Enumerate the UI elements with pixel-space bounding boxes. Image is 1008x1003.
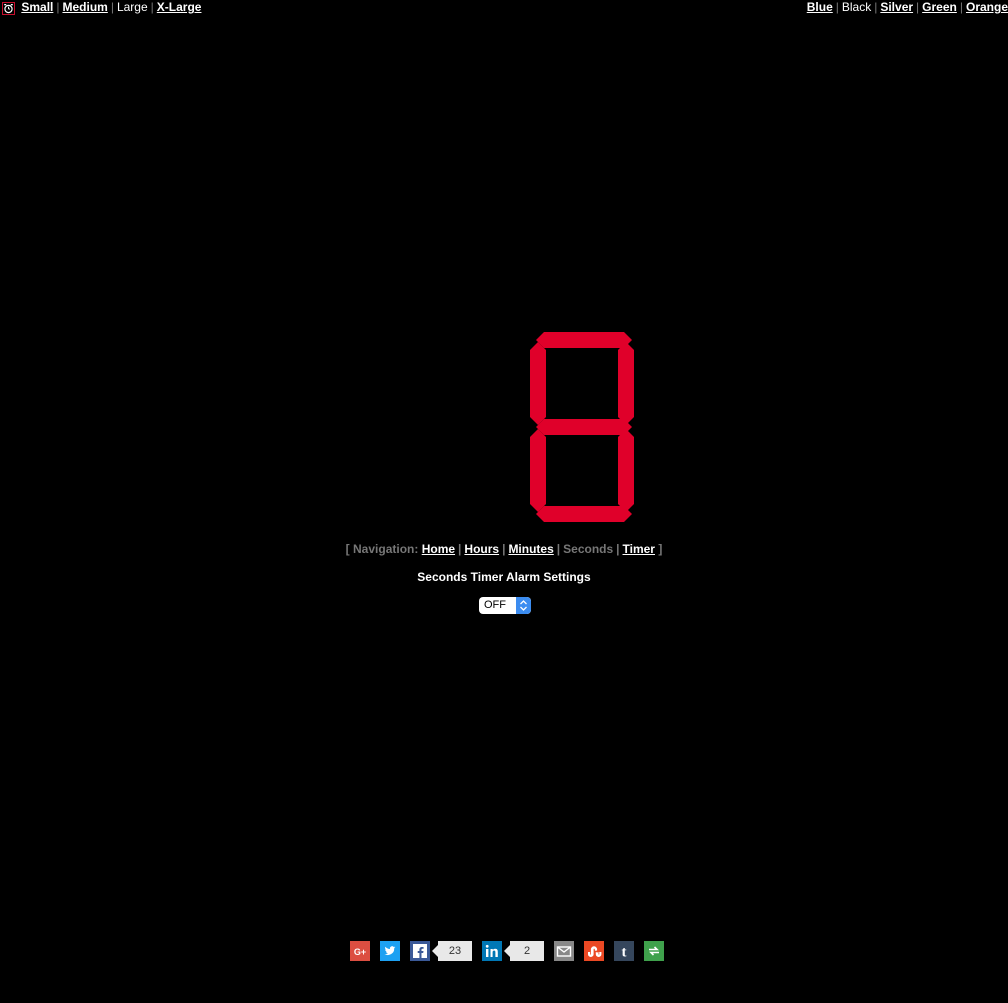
- separator: |: [458, 542, 462, 556]
- digit-1-segment-b: [530, 342, 546, 425]
- digit-2-segment-c: [618, 429, 634, 512]
- separator: |: [959, 0, 963, 14]
- theme-black-current: Black: [841, 0, 872, 14]
- updown-arrows-icon[interactable]: [516, 597, 531, 614]
- alarm-select[interactable]: OFF: [479, 597, 531, 614]
- size-xlarge-link[interactable]: X-Large: [157, 0, 202, 14]
- share-bar: G+ 23 2 t: [0, 941, 1008, 963]
- alarm-settings-title: Seconds Timer Alarm Settings: [417, 570, 591, 584]
- nav-seconds-current: Seconds: [563, 542, 614, 556]
- size-medium-link[interactable]: Medium: [62, 0, 107, 14]
- linkedin-share-icon[interactable]: [482, 941, 502, 961]
- nav-label: Navigation:: [353, 542, 419, 556]
- size-large-current: Large: [116, 0, 148, 14]
- twitter-share-icon[interactable]: [380, 941, 400, 961]
- google-plus-share-icon[interactable]: G+: [350, 941, 370, 961]
- nav-home-link[interactable]: Home: [422, 542, 455, 556]
- separator: |: [874, 0, 878, 14]
- seconds-display: [440, 328, 650, 528]
- separator: |: [150, 0, 154, 14]
- separator: |: [916, 0, 920, 14]
- stumbleupon-share-icon[interactable]: [584, 941, 604, 961]
- navigation-bar: [ Navigation: Home | Hours | Minutes | Seconds…: [0, 542, 1008, 556]
- facebook-share-count: 23: [432, 941, 472, 961]
- theme-orange-link[interactable]: Orange: [966, 0, 1008, 14]
- tumblr-share-icon[interactable]: t: [614, 941, 634, 961]
- svg-text:G+: G+: [354, 947, 366, 957]
- size-small-link[interactable]: Small: [21, 0, 53, 14]
- theme-selector: Blue | Black | Silver | Green | Orange: [807, 0, 1008, 14]
- nav-timer-link[interactable]: Timer: [623, 542, 655, 556]
- theme-blue-link[interactable]: Blue: [807, 0, 833, 14]
- separator: |: [616, 542, 620, 556]
- nav-minutes-link[interactable]: Minutes: [508, 542, 553, 556]
- theme-green-link[interactable]: Green: [922, 0, 957, 14]
- digit-2-segment-a: [536, 332, 632, 348]
- alarm-select-value: OFF: [484, 599, 506, 611]
- digit-1-segment-c: [530, 429, 546, 512]
- svg-text:t: t: [622, 945, 627, 961]
- email-share-icon[interactable]: [554, 941, 574, 961]
- digit-2-segment-b: [618, 342, 634, 425]
- separator: |: [556, 542, 561, 556]
- nav-open-bracket: [: [345, 542, 350, 556]
- digit-2-segment-g: [536, 419, 632, 435]
- nav-close-bracket: ]: [658, 542, 663, 556]
- theme-silver-link[interactable]: Silver: [880, 0, 913, 14]
- top-bar: Small | Medium | Large | X-Large Blue | Black | Si…: [0, 0, 1008, 16]
- clock-logo-icon[interactable]: [2, 2, 15, 15]
- more-share-icon[interactable]: [644, 941, 664, 961]
- separator: |: [835, 0, 839, 14]
- separator: |: [56, 0, 60, 14]
- linkedin-share-count: 2: [504, 941, 544, 961]
- digit-2-segment-d: [536, 506, 632, 522]
- facebook-share-icon[interactable]: [410, 941, 430, 961]
- separator: |: [110, 0, 114, 14]
- size-selector: Small | Medium | Large | X-Large: [2, 0, 201, 15]
- nav-hours-link[interactable]: Hours: [464, 542, 499, 556]
- seven-segment-digits: [530, 332, 634, 522]
- separator: |: [502, 542, 506, 556]
